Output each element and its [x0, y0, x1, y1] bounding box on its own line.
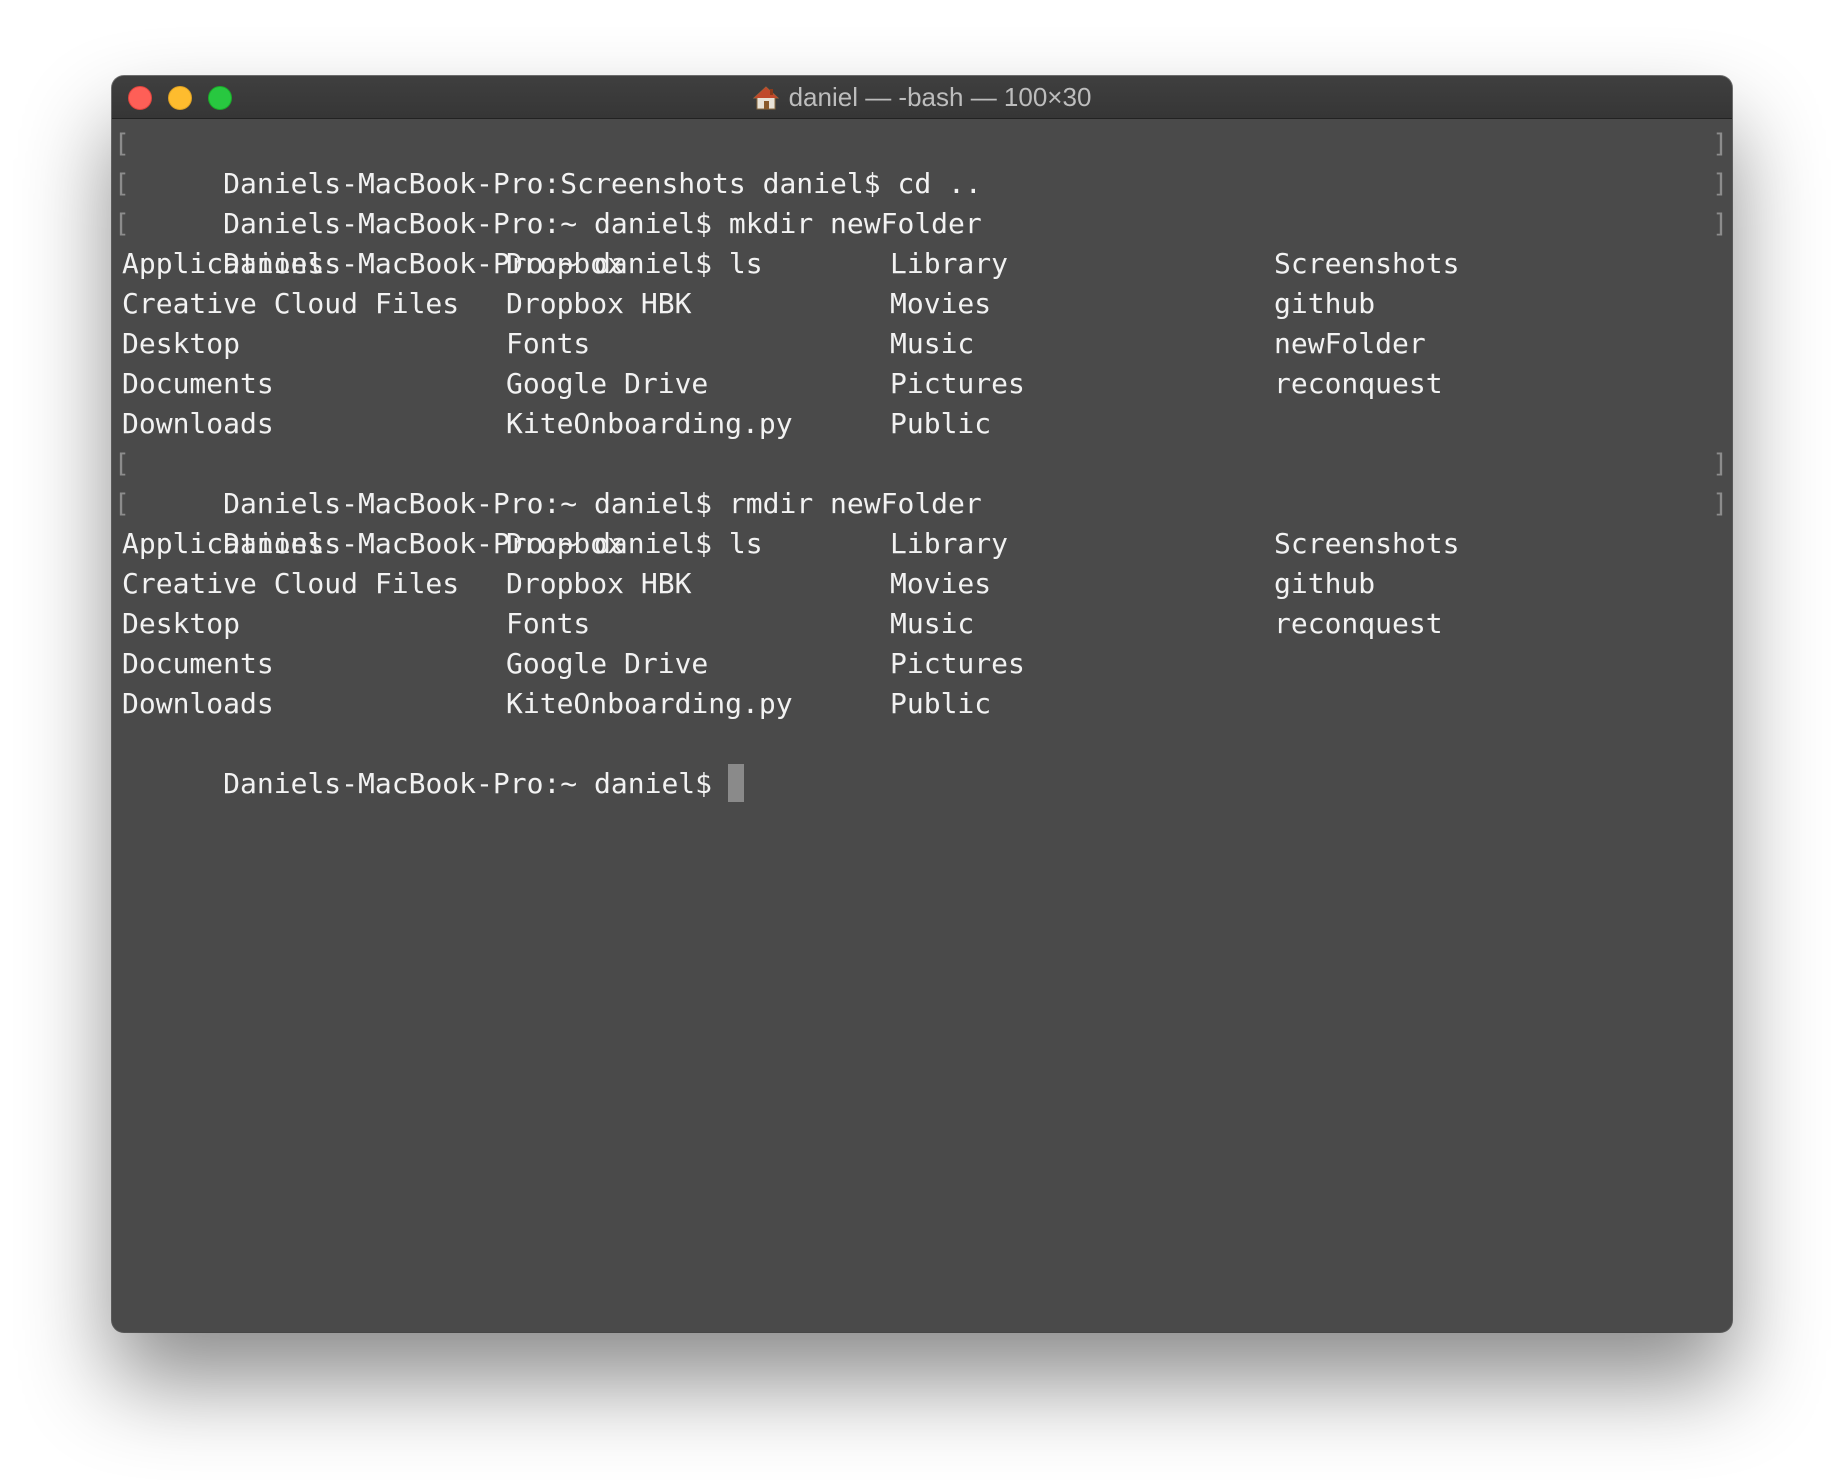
line-mark-left: [ — [114, 169, 130, 199]
ls-output-row: Creative Cloud Files Dropbox HBK Movies … — [122, 564, 1722, 604]
ls-entry: Downloads — [122, 407, 274, 440]
current-command-line[interactable]: Daniels-MacBook-Pro:~ daniel$ — [122, 724, 1722, 802]
command-line: [Daniels-MacBook-Pro:Screenshots daniel$… — [114, 124, 1728, 200]
ls-entry: Pictures — [890, 367, 1025, 400]
home-icon — [752, 85, 779, 109]
ls-output-row: Downloads KiteOnboarding.py Public — [122, 404, 1722, 444]
ls-entry: reconquest — [1274, 367, 1443, 400]
ls-entry: Movies — [890, 567, 992, 600]
ls-output-row: Desktop Fonts Music newFolder — [122, 324, 1722, 364]
ls-output-row: Downloads KiteOnboarding.py Public — [122, 684, 1722, 724]
ls-entry — [1274, 644, 1658, 684]
text-cursor[interactable] — [728, 764, 745, 802]
ls-entry: github — [1274, 567, 1376, 600]
ls-entry: Google Drive — [506, 647, 709, 680]
ls-entry: reconquest — [1274, 607, 1443, 640]
line-mark-left: [ — [114, 489, 130, 519]
ls-entry — [1274, 684, 1658, 724]
ls-entry: Public — [890, 407, 992, 440]
terminal-content[interactable]: [Daniels-MacBook-Pro:Screenshots daniel$… — [112, 120, 1732, 1332]
ls-entry: newFolder — [1274, 327, 1426, 360]
ls-entry: github — [1274, 287, 1376, 320]
ls-entry: Fonts — [506, 607, 591, 640]
ls-entry: KiteOnboarding.py — [506, 407, 793, 440]
line-mark-right: ] — [1712, 209, 1728, 239]
ls-entry: Library — [890, 527, 1009, 560]
ls-output-row: Desktop Fonts Music reconquest — [122, 604, 1722, 644]
ls-output-row: Documents Google Drive Pictures — [122, 644, 1722, 684]
line-mark-right: ] — [1712, 449, 1728, 479]
ls-entry: Documents — [122, 647, 274, 680]
ls-entry: Public — [890, 687, 992, 720]
ls-entry: Google Drive — [506, 367, 709, 400]
command: ls — [728, 247, 763, 280]
line-mark-right: ] — [1712, 129, 1728, 159]
prompt: Daniels-MacBook-Pro:~ daniel$ — [223, 247, 713, 280]
ls-entry: Downloads — [122, 687, 274, 720]
command-line: [Daniels-MacBook-Pro:~ daniel$ mkdir new… — [114, 164, 1728, 240]
ls-entry: Library — [890, 247, 1009, 280]
ls-entry: Dropbox HBK — [506, 567, 692, 600]
ls-entry — [1274, 404, 1658, 444]
line-mark-left: [ — [114, 129, 130, 159]
ls-entry: Dropbox HBK — [506, 287, 692, 320]
title-bar[interactable]: daniel — -bash — 100×30 — [112, 76, 1732, 119]
line-mark-right: ] — [1712, 489, 1728, 519]
command-line: [Daniels-MacBook-Pro:~ daniel$ rmdir new… — [114, 444, 1728, 520]
command-line: [ Daniels-MacBook-Pro:~ daniel$ ls ] — [114, 204, 1728, 280]
line-mark-right: ] — [1712, 169, 1728, 199]
window-title-container: daniel — -bash — 100×30 — [112, 76, 1732, 119]
prompt: Daniels-MacBook-Pro:~ daniel$ — [223, 767, 713, 800]
prompt: Daniels-MacBook-Pro:~ daniel$ — [223, 527, 713, 560]
terminal-window: daniel — -bash — 100×30 [Daniels-MacBook… — [112, 76, 1732, 1332]
command: ls — [728, 527, 763, 560]
ls-entry: Movies — [890, 287, 992, 320]
ls-entry: Music — [890, 327, 975, 360]
line-mark-left: [ — [114, 209, 130, 239]
ls-entry: Music — [890, 607, 975, 640]
ls-output-row: Creative Cloud Files Dropbox HBK Movies … — [122, 284, 1722, 324]
ls-entry: Pictures — [890, 647, 1025, 680]
window-title: daniel — -bash — 100×30 — [788, 82, 1092, 112]
ls-entry: Documents — [122, 367, 274, 400]
command-line: [ Daniels-MacBook-Pro:~ daniel$ ls ] — [114, 484, 1728, 560]
line-mark-left: [ — [114, 449, 130, 479]
ls-entry: Fonts — [506, 327, 591, 360]
ls-entry: KiteOnboarding.py — [506, 687, 793, 720]
ls-output-row: Documents Google Drive Pictures reconque… — [122, 364, 1722, 404]
ls-entry: Screenshots — [1274, 247, 1460, 280]
ls-entry: Screenshots — [1274, 527, 1460, 560]
